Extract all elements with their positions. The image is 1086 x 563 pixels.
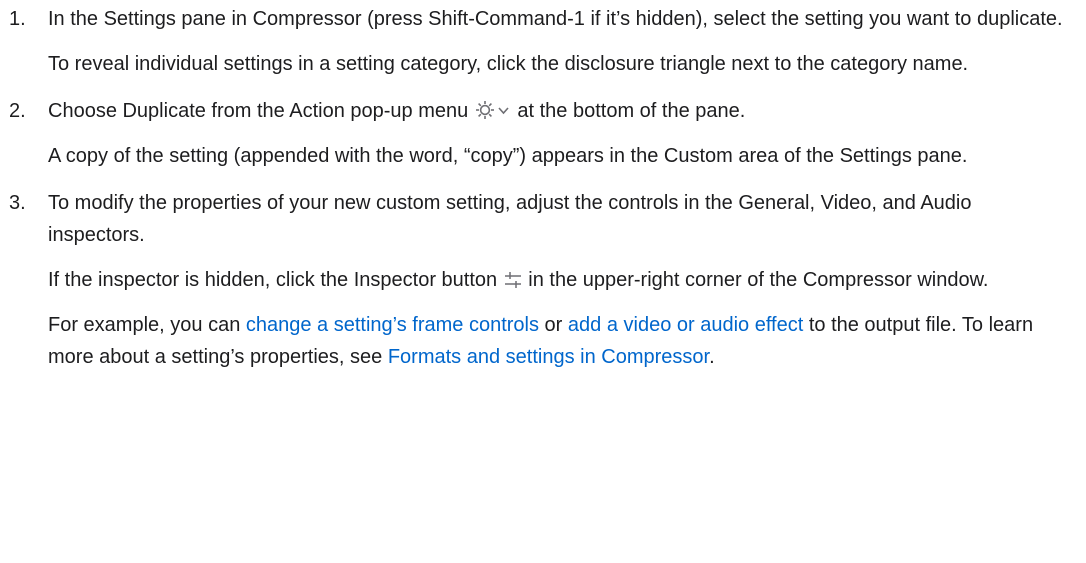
step-3: 3. To modify the properties of your new … [0, 187, 1086, 373]
step-instruction: In the Settings pane in Compressor (pres… [48, 3, 1086, 35]
step-1: 1. In the Settings pane in Compressor (p… [0, 3, 1086, 80]
step-note: A copy of the setting (appended with the… [48, 140, 1086, 172]
step-instruction-text-end: at the bottom of the pane. [511, 100, 746, 122]
step-instruction: To modify the properties of your new cus… [48, 187, 1086, 251]
step-instruction-text: In the Settings pane in Compressor (pres… [48, 8, 1063, 30]
inspector-sliders-icon [503, 270, 523, 290]
example-text: . [709, 346, 715, 368]
frame-controls-link[interactable]: change a setting’s frame controls [246, 314, 539, 336]
step-note-text: A copy of the setting (appended with the… [48, 145, 968, 167]
step-instruction-text: Choose Duplicate from the Action pop-up … [48, 100, 474, 122]
steps-list: 1. In the Settings pane in Compressor (p… [0, 0, 1086, 373]
add-effect-link[interactable]: add a video or audio effect [568, 314, 803, 336]
step-2: 2. Choose Duplicate from the Action pop-… [0, 95, 1086, 172]
step-number: 3. [9, 192, 26, 214]
formats-and-settings-link[interactable]: Formats and settings in Compressor [388, 346, 709, 368]
step-example: For example, you can change a setting’s … [48, 309, 1086, 373]
step-instruction: Choose Duplicate from the Action pop-up … [48, 95, 1086, 127]
step-note: If the inspector is hidden, click the In… [48, 264, 1086, 296]
step-number: 1. [9, 8, 26, 30]
example-text: For example, you can [48, 314, 246, 336]
step-note: To reveal individual settings in a setti… [48, 48, 1086, 80]
step-number: 2. [9, 100, 26, 122]
example-text: or [539, 314, 568, 336]
step-note-text: If the inspector is hidden, click the In… [48, 269, 503, 291]
step-note-text: To reveal individual settings in a setti… [48, 53, 969, 75]
step-note-text-end: in the upper-right corner of the Compres… [522, 269, 989, 291]
gear-chevron-icon [474, 99, 512, 121]
step-instruction-text: To modify the properties of your new cus… [48, 192, 972, 246]
